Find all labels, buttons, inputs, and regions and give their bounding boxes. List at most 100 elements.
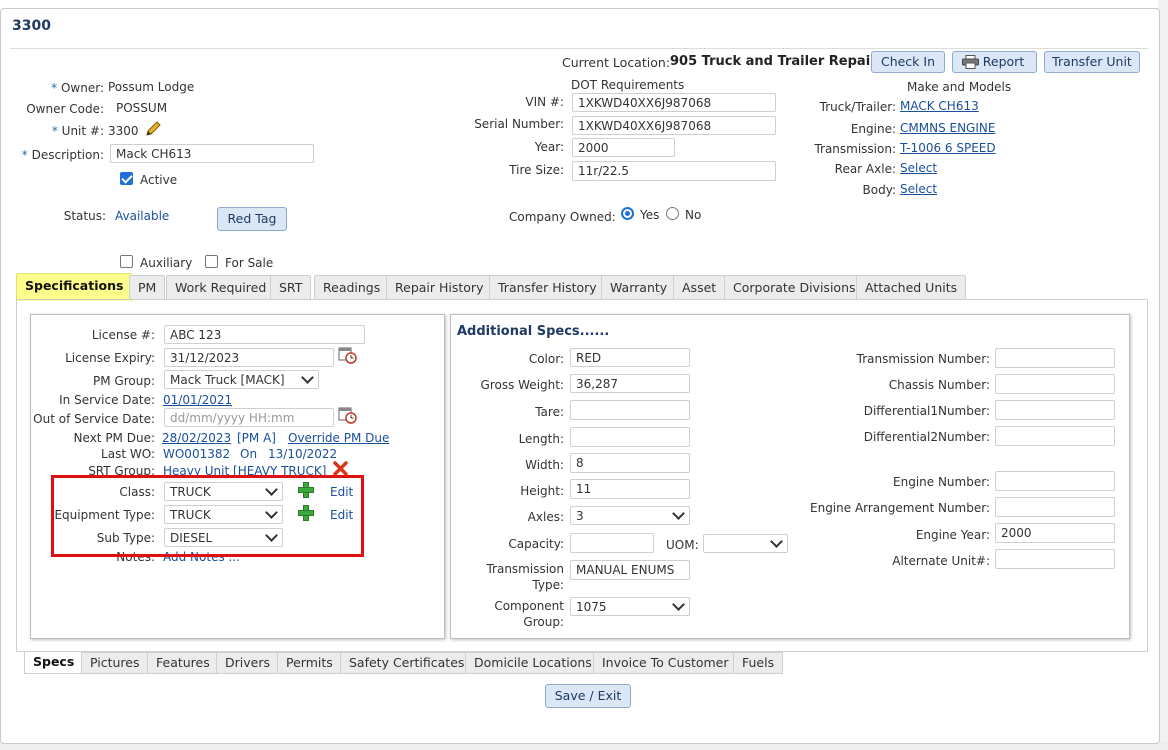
- license-expiry-input[interactable]: 31/12/2023: [164, 348, 334, 367]
- transmission-number-input[interactable]: [995, 348, 1115, 368]
- alternate-unit-label: Alternate Unit#:: [892, 554, 990, 568]
- company-owned-yes-radio[interactable]: [621, 207, 634, 220]
- year-input[interactable]: 2000: [572, 138, 675, 157]
- axles-select[interactable]: 3: [570, 506, 690, 525]
- engine-arrangement-number-label: Engine Arrangement Number:: [810, 501, 990, 515]
- tare-input[interactable]: [570, 400, 690, 420]
- engine-year-input[interactable]: 2000: [995, 523, 1115, 543]
- report-label: Report: [982, 54, 1025, 69]
- tire-size-input[interactable]: 11r/22.5: [572, 161, 776, 181]
- red-tag-button[interactable]: Red Tag: [217, 207, 287, 231]
- for-sale-checkbox[interactable]: [205, 255, 218, 268]
- status-label: Status:: [63, 209, 106, 223]
- height-input[interactable]: 11: [570, 479, 690, 499]
- transmission-number-label: Transmission Number:: [856, 352, 990, 366]
- description-input[interactable]: Mack CH613: [110, 144, 314, 163]
- printer-icon: [962, 55, 979, 69]
- tab-pm[interactable]: PM: [129, 275, 166, 299]
- tab-srt[interactable]: SRT: [270, 275, 312, 299]
- bottom-tab-features[interactable]: Features: [147, 652, 219, 674]
- bottom-tab-permits[interactable]: Permits: [277, 652, 342, 674]
- override-pm-due-link[interactable]: Override PM Due: [288, 431, 389, 445]
- make-models-heading: Make and Models: [907, 80, 1012, 94]
- engine-link[interactable]: CMMNS ENGINE: [900, 121, 995, 135]
- chevron-down-icon: [672, 507, 685, 520]
- bottom-tab-pictures[interactable]: Pictures: [81, 652, 149, 674]
- bottom-tab-safety-certificates[interactable]: Safety Certificates: [340, 652, 474, 674]
- bottom-tab-domicile-locations[interactable]: Domicile Locations: [465, 652, 601, 674]
- color-input[interactable]: RED: [570, 348, 690, 367]
- serial-number-input[interactable]: 1XKWD40XX6J987068: [572, 116, 776, 135]
- tab-specifications[interactable]: Specifications: [16, 273, 133, 301]
- check-in-button[interactable]: Check In: [871, 51, 945, 73]
- rear-axle-link[interactable]: Select: [900, 161, 937, 175]
- length-input[interactable]: [570, 427, 690, 447]
- truck-trailer-link[interactable]: MACK CH613: [900, 99, 979, 113]
- next-pm-due-link[interactable]: 28/02/2023: [162, 431, 231, 445]
- tab-warranty[interactable]: Warranty: [601, 275, 677, 299]
- differential2-number-input[interactable]: [995, 426, 1115, 446]
- calendar-clock-icon[interactable]: [338, 406, 358, 425]
- bottom-tab-invoice-to-customer[interactable]: Invoice To Customer: [593, 652, 738, 674]
- out-of-service-date-input[interactable]: dd/mm/yyyy HH:mm: [164, 408, 334, 427]
- active-checkbox[interactable]: [120, 172, 133, 185]
- vin-label: VIN #:: [525, 95, 564, 109]
- tab-asset[interactable]: Asset: [673, 275, 726, 299]
- modal-title: 3300: [12, 18, 51, 34]
- component-group-label-line2: Group:: [523, 615, 564, 629]
- active-label: Active: [140, 173, 178, 187]
- uom-select[interactable]: [703, 534, 788, 553]
- tare-label: Tare:: [535, 405, 564, 419]
- transmission-link[interactable]: T-1006 6 SPEED: [900, 141, 996, 155]
- engine-label: Engine:: [850, 122, 896, 136]
- width-input[interactable]: 8: [570, 453, 690, 473]
- tab-work-required[interactable]: Work Required: [166, 275, 276, 299]
- pm-group-select[interactable]: Mack Truck [MACK]: [164, 370, 319, 389]
- tab-attached-units[interactable]: Attached Units: [856, 275, 967, 299]
- capacity-input[interactable]: [570, 533, 654, 553]
- company-owned-no-radio[interactable]: [666, 207, 679, 220]
- auxiliary-label: Auxiliary: [140, 256, 193, 270]
- current-location-value: 905 Truck and Trailer Repair: [670, 54, 877, 69]
- bottom-tab-specs[interactable]: Specs: [24, 652, 84, 674]
- chassis-number-input[interactable]: [995, 374, 1115, 394]
- description-label: * Description:: [21, 148, 104, 162]
- chevron-down-icon: [301, 371, 314, 384]
- additional-specs-heading: Additional Specs......: [457, 324, 610, 339]
- auxiliary-checkbox[interactable]: [120, 255, 133, 268]
- next-pm-code: [PM A]: [237, 431, 276, 445]
- tab-corporate-divisions[interactable]: Corporate Divisions: [724, 275, 865, 299]
- in-service-date-link[interactable]: 01/01/2021: [163, 393, 232, 407]
- gross-weight-label: Gross Weight:: [480, 378, 564, 392]
- report-button[interactable]: Report: [952, 51, 1037, 73]
- tab-transfer-history[interactable]: Transfer History: [489, 275, 606, 299]
- body-link[interactable]: Select: [900, 182, 937, 196]
- company-owned-no-label: No: [685, 208, 702, 222]
- last-wo-on: On: [240, 447, 258, 461]
- last-wo-value[interactable]: WO001382: [163, 447, 230, 461]
- transmission-type-input[interactable]: MANUAL ENUMS: [570, 560, 690, 580]
- vin-input[interactable]: 1XKWD40XX6J987068: [572, 93, 776, 112]
- differential1-number-input[interactable]: [995, 400, 1115, 420]
- engine-arrangement-number-input[interactable]: [995, 497, 1115, 517]
- bottom-tab-drivers[interactable]: Drivers: [216, 652, 279, 674]
- component-group-select[interactable]: 1075: [570, 597, 690, 616]
- pencil-icon[interactable]: [144, 120, 162, 138]
- company-owned-yes-label: Yes: [640, 208, 660, 222]
- uom-label: UOM:: [666, 538, 699, 552]
- highlight-box: [51, 475, 364, 557]
- bottom-tab-fuels[interactable]: Fuels: [733, 652, 784, 674]
- alternate-unit-input[interactable]: [995, 549, 1115, 569]
- transfer-unit-button[interactable]: Transfer Unit: [1044, 51, 1140, 73]
- license-input[interactable]: ABC 123: [164, 325, 365, 344]
- owner-code-value: POSSUM: [116, 101, 168, 115]
- tab-repair-history[interactable]: Repair History: [386, 275, 493, 299]
- chassis-number-label: Chassis Number:: [888, 378, 990, 392]
- save-exit-button[interactable]: Save / Exit: [545, 684, 631, 708]
- engine-number-input[interactable]: [995, 471, 1115, 491]
- gross-weight-input[interactable]: 36,287: [570, 374, 690, 393]
- calendar-clock-icon[interactable]: [338, 346, 358, 365]
- tab-readings[interactable]: Readings: [314, 275, 390, 299]
- height-label: Height:: [520, 484, 564, 498]
- component-group-label-line1: Component: [494, 599, 564, 613]
